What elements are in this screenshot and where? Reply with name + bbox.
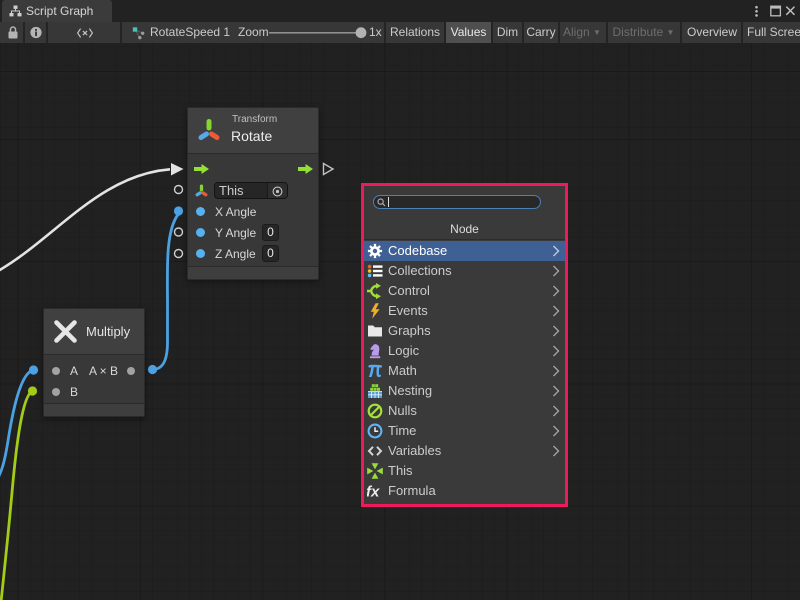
svg-text:fx: fx — [367, 484, 380, 500]
